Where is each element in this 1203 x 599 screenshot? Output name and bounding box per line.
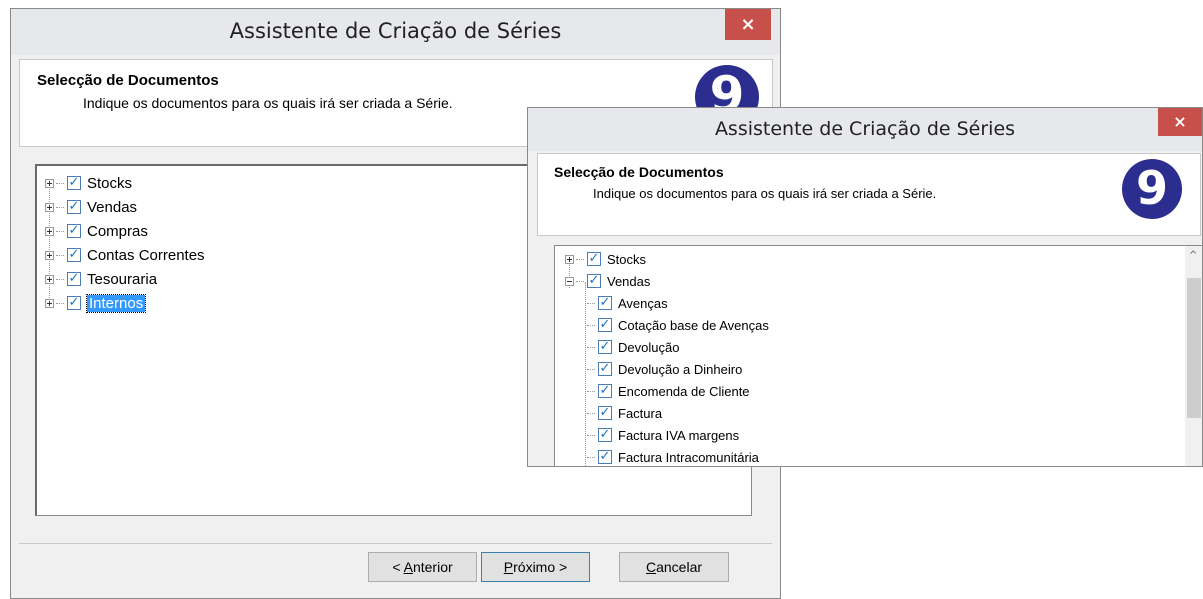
- checkbox-checked-icon[interactable]: ✓: [587, 252, 601, 266]
- tree-node-label: Compras: [87, 222, 148, 240]
- checkbox-checked-icon[interactable]: ✓: [598, 428, 612, 442]
- tree-node-label: Devolução: [618, 339, 680, 355]
- tree-node-tesouraria[interactable]: ✓ Tesouraria: [45, 268, 157, 290]
- back-button-prefix: <: [392, 559, 404, 575]
- tree-node-label-selected: Internos: [85, 293, 147, 313]
- tree-node-compras[interactable]: ✓ Compras: [45, 220, 148, 242]
- checkbox-checked-icon[interactable]: ✓: [587, 274, 601, 288]
- header-subtitle: Indique os documentos para os quais irá …: [593, 186, 937, 201]
- tree-node-label: Factura: [618, 405, 663, 421]
- tree-node-devolucao[interactable]: ✓ Devolução: [587, 336, 679, 358]
- checkbox-checked-icon[interactable]: ✓: [598, 406, 612, 420]
- back-button-mnemonic: A: [403, 559, 413, 575]
- tree-node-vendas[interactable]: ✓ Vendas: [45, 196, 137, 218]
- scrollbar-thumb[interactable]: [1187, 278, 1201, 418]
- expand-icon[interactable]: [565, 254, 574, 264]
- tree-node-vendas[interactable]: ✓ Vendas: [565, 270, 650, 292]
- tree-node-internos[interactable]: ✓ Internos: [45, 292, 147, 314]
- cancel-button-label: ancelar: [656, 559, 703, 575]
- expand-icon[interactable]: [45, 226, 54, 236]
- checkbox-checked-icon[interactable]: ✓: [598, 450, 612, 464]
- close-button[interactable]: ×: [1158, 108, 1202, 136]
- tree-node-factura[interactable]: ✓ Factura: [587, 402, 662, 424]
- checkbox-checked-icon[interactable]: ✓: [67, 200, 81, 214]
- checkbox-checked-icon[interactable]: ✓: [67, 176, 81, 190]
- next-button-label: róximo >: [513, 559, 568, 575]
- app-logo-icon: 9: [1122, 159, 1182, 219]
- tree-node-contas-correntes[interactable]: ✓ Contas Correntes: [45, 244, 205, 266]
- tree-node-label: Cotação base de Avenças: [618, 317, 769, 333]
- window-title: Assistente de Criação de Séries: [714, 118, 1016, 140]
- document-tree[interactable]: ✓ Stocks ✓ Vendas ✓ Avenças ✓ Cotação ba…: [554, 245, 1202, 466]
- back-button-label: nterior: [412, 559, 453, 575]
- checkbox-checked-icon[interactable]: ✓: [598, 340, 612, 354]
- tree-node-stocks[interactable]: ✓ Stocks: [565, 248, 646, 270]
- expand-icon[interactable]: [45, 274, 54, 284]
- tree-node-cotacao-base-de-avencas[interactable]: ✓ Cotação base de Avenças: [587, 314, 769, 336]
- checkbox-checked-icon[interactable]: ✓: [598, 384, 612, 398]
- tree-node-factura-intracomunitaria[interactable]: ✓ Factura Intracomunitária: [587, 446, 759, 466]
- next-button[interactable]: Próximo >: [481, 552, 590, 582]
- next-button-mnemonic: P: [503, 559, 514, 575]
- header-title: Selecção de Documentos: [37, 72, 219, 89]
- header-subtitle: Indique os documentos para os quais irá …: [83, 95, 453, 111]
- window-title: Assistente de Criação de Séries: [229, 19, 562, 43]
- tree-node-label: Tesouraria: [87, 270, 158, 288]
- tree-node-stocks[interactable]: ✓ Stocks: [45, 172, 132, 194]
- tree-node-devolucao-a-dinheiro[interactable]: ✓ Devolução a Dinheiro: [587, 358, 742, 380]
- checkbox-checked-icon[interactable]: ✓: [598, 362, 612, 376]
- tree-node-label: Stocks: [607, 251, 647, 267]
- tree-connector-line: [585, 282, 586, 466]
- checkbox-checked-icon[interactable]: ✓: [67, 248, 81, 262]
- checkbox-checked-icon[interactable]: ✓: [67, 296, 81, 310]
- expand-icon[interactable]: [45, 298, 54, 308]
- scroll-up-arrow-icon[interactable]: ^: [1189, 250, 1197, 261]
- tree-node-label: Avenças: [618, 295, 668, 311]
- collapse-icon[interactable]: [565, 276, 574, 286]
- footer-divider: [19, 543, 772, 544]
- expand-icon[interactable]: [45, 202, 54, 212]
- tree-node-label: Vendas: [87, 198, 138, 216]
- tree-node-factura-iva-margens[interactable]: ✓ Factura IVA margens: [587, 424, 739, 446]
- expand-icon[interactable]: [45, 250, 54, 260]
- tree-node-label: Encomenda de Cliente: [618, 383, 750, 399]
- tree-node-label: Factura Intracomunitária: [618, 449, 759, 465]
- checkbox-checked-icon[interactable]: ✓: [598, 318, 612, 332]
- title-bar[interactable]: Assistente de Criação de Séries ×: [528, 108, 1202, 151]
- checkbox-checked-icon[interactable]: ✓: [67, 272, 81, 286]
- wizard-header: Selecção de Documentos Indique os docume…: [537, 153, 1201, 236]
- tree-node-avencas[interactable]: ✓ Avenças: [587, 292, 668, 314]
- wizard-window-front: Assistente de Criação de Séries × Selecç…: [527, 107, 1203, 467]
- checkbox-checked-icon[interactable]: ✓: [67, 224, 81, 238]
- tree-node-label: Devolução a Dinheiro: [618, 361, 743, 377]
- back-button[interactable]: < Anterior: [368, 552, 477, 582]
- checkbox-checked-icon[interactable]: ✓: [598, 296, 612, 310]
- tree-node-label: Factura IVA margens: [618, 427, 740, 443]
- cancel-button[interactable]: Cancelar: [619, 552, 729, 582]
- tree-node-label: Stocks: [87, 174, 133, 192]
- vertical-scrollbar[interactable]: ^: [1185, 246, 1202, 466]
- expand-icon[interactable]: [45, 178, 54, 188]
- title-bar[interactable]: Assistente de Criação de Séries ×: [11, 9, 780, 55]
- cancel-button-mnemonic: C: [645, 559, 657, 575]
- header-title: Selecção de Documentos: [554, 164, 724, 180]
- tree-node-label: Vendas: [607, 273, 651, 289]
- tree-node-encomenda-de-cliente[interactable]: ✓ Encomenda de Cliente: [587, 380, 750, 402]
- close-button[interactable]: ×: [725, 9, 771, 40]
- tree-node-label: Contas Correntes: [87, 246, 205, 264]
